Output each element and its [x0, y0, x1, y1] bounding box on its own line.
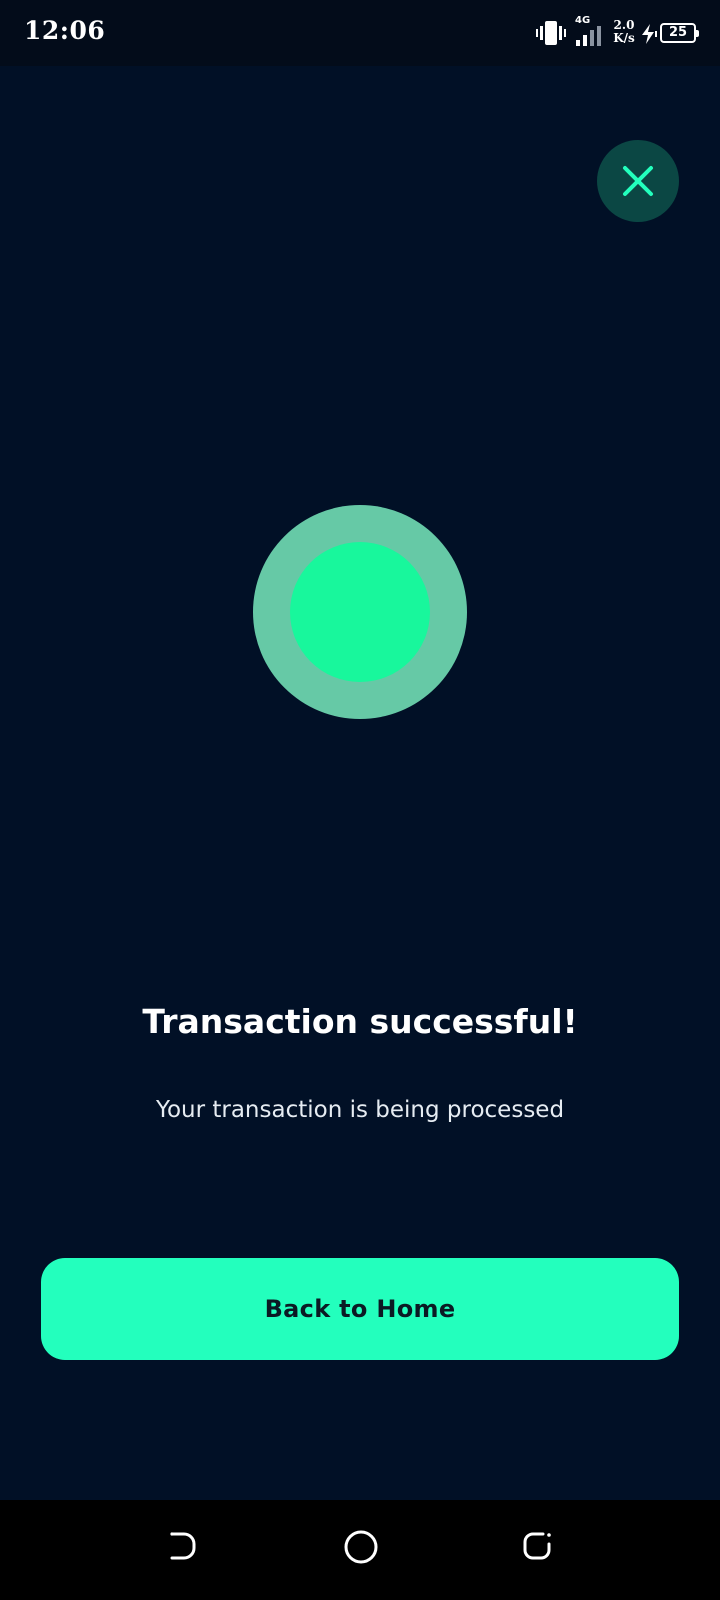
success-circle-inner [290, 542, 430, 682]
net-speed-unit: K/s [613, 31, 635, 45]
home-icon[interactable] [342, 1528, 380, 1566]
page-title: Transaction successful! [142, 1002, 578, 1041]
battery-icon: 25 [660, 23, 699, 43]
network-type: 4G [575, 15, 591, 26]
success-circle-icon [253, 505, 467, 719]
net-speed: 2.0 K/s [610, 19, 638, 45]
back-icon[interactable] [166, 1528, 200, 1564]
signal-icon [576, 26, 601, 46]
screen: 12:06 4G 2.0 K/s 25 Transaction successf… [0, 0, 720, 1600]
battery-level: 25 [668, 25, 688, 40]
page-subtitle: Your transaction is being processed [155, 1097, 565, 1123]
status-bar: 12:06 4G 2.0 K/s 25 [0, 0, 720, 66]
status-time: 12:06 [24, 16, 106, 45]
close-button[interactable] [597, 140, 679, 222]
close-icon [623, 166, 653, 196]
charging-icon [642, 24, 657, 44]
nav-bar [0, 1500, 720, 1600]
vibrate-icon [536, 21, 566, 45]
back-to-home-button[interactable]: Back to Home [41, 1258, 679, 1360]
recents-icon[interactable] [519, 1528, 555, 1564]
